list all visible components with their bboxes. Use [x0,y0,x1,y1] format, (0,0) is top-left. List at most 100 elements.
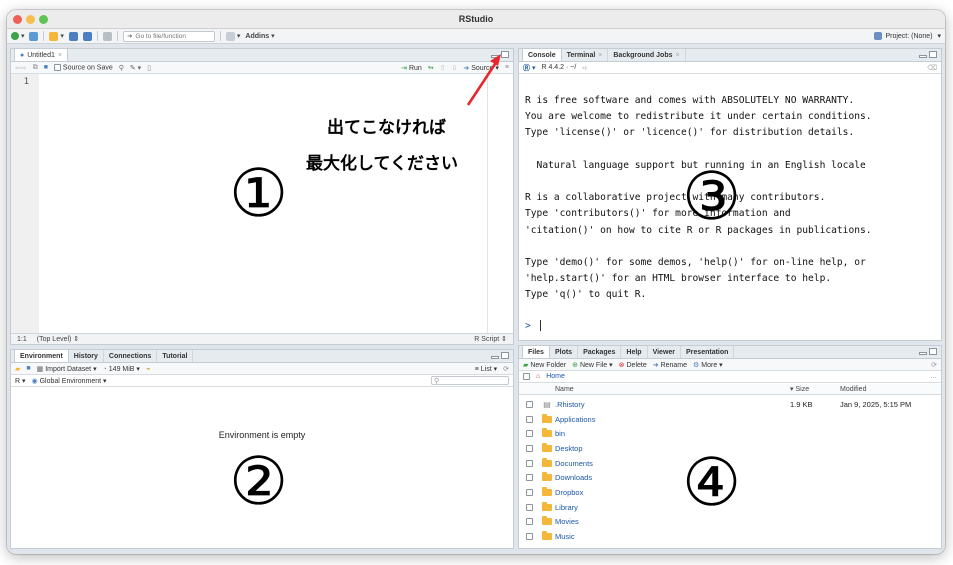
file-row[interactable]: bin [519,426,941,441]
col-size-header[interactable]: ▾ Size [790,385,840,393]
file-checkbox[interactable] [525,400,533,408]
magic-wand-icon[interactable]: ✎ ▾ [130,64,141,72]
refresh-icon[interactable]: ⟳ [931,361,937,369]
environment-selector[interactable]: ◉ Global Environment ▾ [32,377,107,385]
minimize-pane-button[interactable] [919,55,927,58]
tab-packages[interactable]: Packages [578,346,622,358]
file-name[interactable]: Library [555,503,790,512]
zoom-window-button[interactable] [39,15,48,24]
tab-files[interactable]: Files [522,345,550,358]
memory-usage-button[interactable]: ◔ 149 MiB ▾ [103,365,140,373]
tab-tutorial[interactable]: Tutorial [157,350,194,362]
file-row[interactable]: Applications [519,412,941,427]
file-checkbox[interactable] [525,518,533,526]
save-icon[interactable]: ■ [44,64,48,71]
env-search-input[interactable]: ⚲ [431,376,509,385]
file-type-selector[interactable]: R Script ⇕ [474,335,507,343]
minimize-window-button[interactable] [26,15,35,24]
tab-viewer[interactable]: Viewer [648,346,682,358]
document-outline-icon[interactable]: ≡ [505,64,509,71]
back-icon[interactable]: ⇦⇨ [15,64,27,72]
search-icon[interactable]: ⚲ [119,64,124,72]
tab-environment[interactable]: Environment [14,349,69,362]
save-workspace-icon[interactable]: ■ [26,365,30,372]
tab-connections[interactable]: Connections [104,350,158,362]
print-button[interactable] [102,31,112,41]
file-checkbox[interactable] [525,533,533,541]
file-checkbox[interactable] [525,474,533,482]
rename-button[interactable]: ➜ Rename [653,361,687,369]
file-name[interactable]: Movies [555,517,790,526]
import-dataset-button[interactable]: ▦ Import Dataset ▾ [37,365,97,373]
file-checkbox[interactable] [525,503,533,511]
new-file-button[interactable]: ⊕ New File ▾ [572,361,613,369]
up-icon[interactable]: ⇧ [440,64,446,72]
close-tab-icon[interactable]: × [598,52,602,59]
list-view-button[interactable]: ≡ List ▾ [475,365,497,373]
file-name[interactable]: Desktop [555,444,790,453]
delete-button[interactable]: ⊗ Delete [619,361,647,369]
close-window-button[interactable] [13,15,22,24]
file-row[interactable]: Music [519,529,941,544]
file-name[interactable]: Music [555,532,790,541]
run-button[interactable]: ⇥ Run [401,64,422,72]
file-checkbox[interactable] [525,444,533,452]
tab-plots[interactable]: Plots [550,346,579,358]
tab-console[interactable]: Console [522,48,562,61]
goto-file-function-input[interactable]: ➜ Go to file/function [122,30,215,42]
file-name[interactable]: Downloads [555,473,790,482]
addins-menu[interactable]: Addins ▾ [245,32,274,41]
breadcrumb-more[interactable]: … [930,373,937,380]
down-icon[interactable]: ⇩ [452,64,458,72]
col-name-header[interactable]: Name [555,386,790,393]
open-dir-icon[interactable]: ➪ [582,64,588,72]
minimize-pane-button[interactable] [919,352,927,355]
new-project-button[interactable] [29,31,39,41]
col-modified-header[interactable]: Modified [840,386,866,393]
save-button[interactable] [68,31,78,41]
maximize-pane-button[interactable] [501,352,509,359]
close-tab-icon[interactable]: × [676,52,680,59]
scope-selector[interactable]: (Top Level) ⇕ [37,335,79,343]
file-name[interactable]: Documents [555,459,790,468]
breadcrumb-home[interactable]: Home [546,373,565,380]
source-button[interactable]: ➜ Source ▾ [463,64,498,72]
open-file-button[interactable]: ▾ [49,31,64,41]
new-file-button[interactable]: ▾ [11,32,24,40]
file-checkbox[interactable] [525,459,533,467]
tab-background-jobs[interactable]: Background Jobs × [608,49,686,61]
tab-terminal[interactable]: Terminal × [562,49,609,61]
refresh-icon[interactable]: ⟳ [503,365,509,373]
select-all-checkbox[interactable] [523,373,530,380]
more-button[interactable]: ⚙ More ▾ [693,361,723,369]
tab-history[interactable]: History [69,350,104,362]
file-name[interactable]: bin [555,429,790,438]
project-menu[interactable]: Project: (None) ▾ [874,32,941,40]
file-checkbox[interactable] [525,488,533,496]
rerun-icon[interactable]: ↬ [428,64,434,72]
tab-presentation[interactable]: Presentation [681,346,735,358]
tab-help[interactable]: Help [621,346,648,358]
pane-layout-button[interactable]: ▾ [225,31,240,41]
close-tab-icon[interactable]: × [58,52,62,59]
open-workspace-icon[interactable]: ▰ [15,365,20,373]
save-all-button[interactable] [82,31,92,41]
file-name[interactable]: .Rhistory [555,400,790,409]
maximize-pane-button[interactable] [501,51,509,58]
language-selector[interactable]: R ▾ [15,377,26,385]
file-name[interactable]: Applications [555,415,790,424]
minimize-pane-button[interactable] [491,356,499,359]
show-in-window-icon[interactable]: ⧉ [33,64,38,72]
file-checkbox[interactable] [525,415,533,423]
new-folder-button[interactable]: ▰ New Folder [523,361,566,369]
file-checkbox[interactable] [525,430,533,438]
maximize-pane-button[interactable] [929,51,937,58]
clear-console-icon[interactable]: ⌫ [927,64,937,72]
broom-icon[interactable]: ⌁ [146,365,150,373]
file-row[interactable]: ▤ .Rhistory 1.9 KB Jan 9, 2025, 5:15 PM [519,397,941,412]
console-prompt[interactable]: > [525,320,541,332]
tab-untitled1[interactable]: ● Untitled1 × [14,48,68,61]
maximize-pane-button[interactable] [929,348,937,355]
file-name[interactable]: Dropbox [555,488,790,497]
compile-icon[interactable]: ▯ [147,64,151,72]
